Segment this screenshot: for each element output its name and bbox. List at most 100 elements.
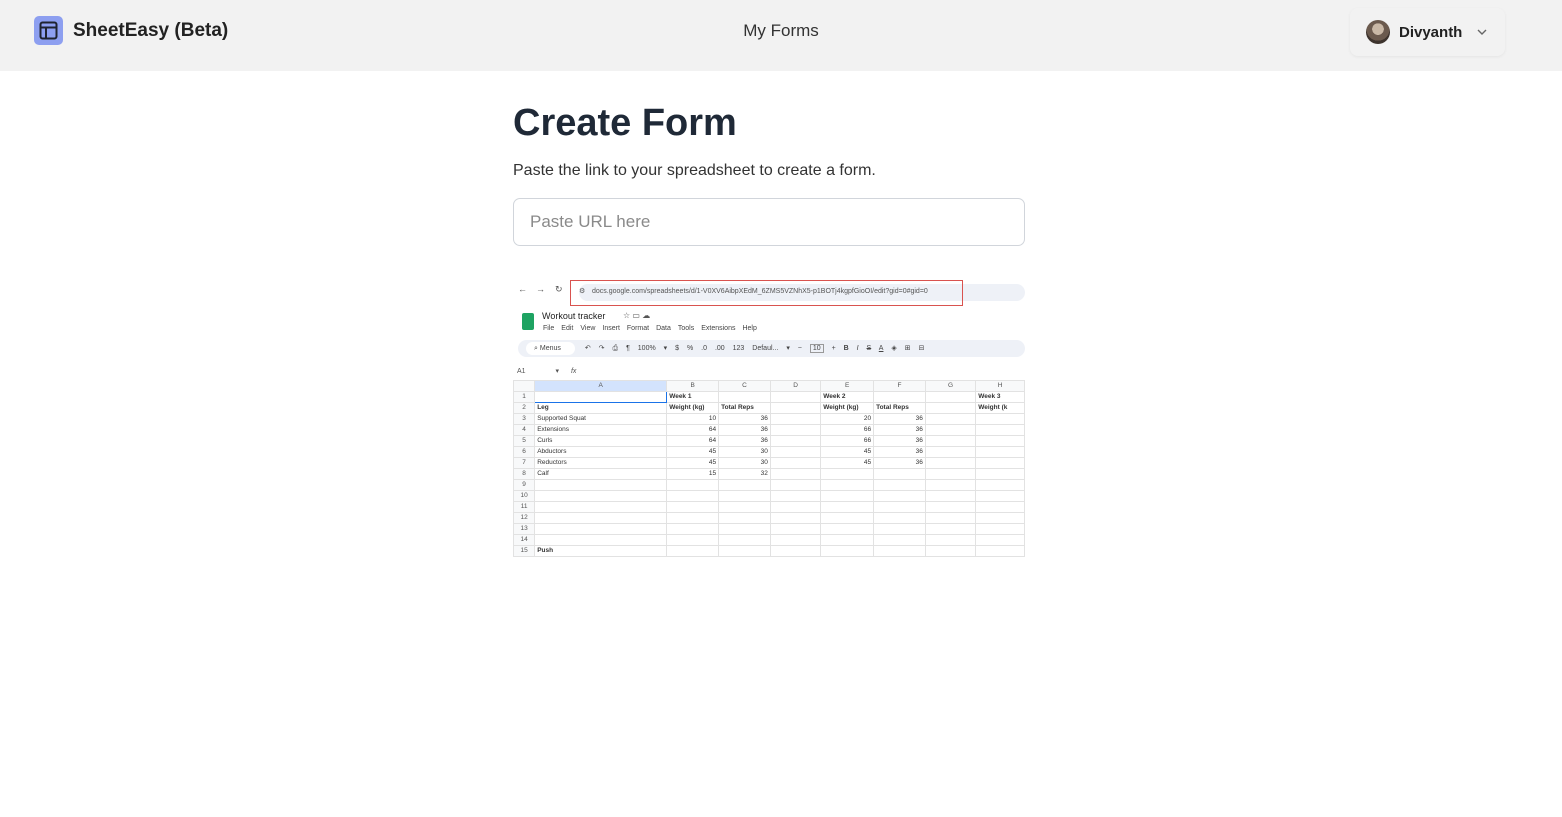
grid-cell: 45 — [666, 457, 720, 469]
sheets-menu-item: Insert — [602, 325, 620, 332]
page-subtitle: Paste the link to your spreadsheet to cr… — [513, 162, 876, 179]
grid-cell — [975, 501, 1025, 513]
row-number: 11 — [513, 501, 536, 513]
grid-cell — [975, 413, 1025, 425]
sheets-menu-item: Extensions — [701, 325, 736, 332]
paint-format-icon: ¶ — [626, 345, 630, 352]
grid-cell — [924, 391, 977, 403]
merge-cells-icon: ⊟ — [918, 345, 925, 352]
grid-cell: 36 — [873, 435, 926, 447]
column-header: G — [924, 380, 977, 392]
column-header: A — [534, 380, 668, 392]
doc-actions: ☆ ▭ ☁ — [623, 311, 650, 320]
row-number: 13 — [513, 523, 536, 535]
grid-cell — [666, 501, 720, 513]
grid-cell — [666, 534, 720, 546]
grid-cell: Week 2 — [820, 391, 875, 403]
column-header: E — [820, 380, 875, 392]
formula-bar: A1 ▾ fx — [517, 367, 576, 375]
grid-cell — [924, 402, 977, 414]
borders-icon: ⊞ — [904, 345, 911, 352]
grid-cell — [534, 490, 668, 502]
grid-cell: 66 — [820, 435, 875, 447]
font-size-minus-icon: − — [797, 345, 802, 352]
grid-cell — [769, 490, 822, 502]
grid-cell — [769, 391, 822, 403]
avatar — [1366, 20, 1390, 44]
grid-cell — [769, 413, 822, 425]
grid-cell — [820, 512, 875, 524]
print-icon: ⎙ — [612, 345, 619, 352]
sheets-toolbar: ⌕ Menus ↶ ↷ ⎙ ¶ 100% ▾ $ % .0 .00 123 De… — [518, 340, 1025, 357]
grid-cell — [975, 479, 1025, 491]
grid-cell — [924, 512, 977, 524]
grid-cell — [718, 391, 771, 403]
grid-cell — [924, 435, 977, 447]
grid-cell — [873, 479, 926, 491]
grid-cell — [924, 446, 977, 458]
grid-cell — [873, 534, 926, 546]
grid-cell — [975, 523, 1025, 535]
grid-cell — [534, 512, 668, 524]
column-header: D — [769, 380, 822, 392]
sheets-menu-item: Data — [656, 325, 671, 332]
grid-cell — [873, 512, 926, 524]
spreadsheet-url-input[interactable] — [513, 198, 1025, 246]
address-url: docs.google.com/spreadsheets/d/1-V0XV6Ai… — [592, 288, 928, 295]
forward-arrow-icon: → — [536, 284, 545, 294]
row-number: 12 — [513, 512, 536, 524]
grid-cell — [769, 501, 822, 513]
table-row: 1 Week 1 Week 2 Week 3 — [513, 391, 1025, 403]
grid-cell: Week 3 — [975, 391, 1025, 403]
grid-cell: 30 — [718, 457, 771, 469]
table-row: 15 Push — [513, 545, 1025, 557]
column-header: C — [718, 380, 771, 392]
grid-cell — [718, 523, 771, 535]
grid-cell — [820, 468, 875, 480]
grid-cell — [718, 534, 771, 546]
grid-cell — [769, 424, 822, 436]
grid-cell — [924, 501, 977, 513]
fill-color-icon: ◈ — [891, 345, 897, 352]
row-number: 9 — [513, 479, 536, 491]
grid-cell — [975, 468, 1025, 480]
grid-cell: 36 — [718, 424, 771, 436]
menus-search: ⌕ Menus — [526, 342, 575, 355]
grid-cell — [769, 402, 822, 414]
chevron-down-icon — [1477, 29, 1487, 35]
grid-cell — [666, 479, 720, 491]
table-row: 3 Supported Squat 10 36 20 36 — [513, 413, 1025, 425]
grid-cell: 64 — [666, 424, 720, 436]
grid-cell: 45 — [820, 446, 875, 458]
grid-cell: Curls — [534, 435, 668, 447]
table-row: 5 Curls 64 36 66 36 — [513, 435, 1025, 447]
table-row: 8 Calf 15 32 — [513, 468, 1025, 480]
grid-cell — [718, 501, 771, 513]
table-row: 7 Reductors 45 30 45 36 — [513, 457, 1025, 469]
grid-cell — [534, 391, 668, 403]
grid-cell: Calf — [534, 468, 668, 480]
grid-cell — [666, 545, 720, 557]
font-select: Defaul... — [752, 345, 779, 352]
zoom-select: 100% — [637, 345, 656, 352]
grid-cell: Supported Squat — [534, 413, 668, 425]
column-header: F — [873, 380, 926, 392]
grid-cell — [873, 468, 926, 480]
grid-cell: Reductors — [534, 457, 668, 469]
grid-cell: 20 — [820, 413, 875, 425]
grid-cell: Extensions — [534, 424, 668, 436]
brand[interactable]: SheetEasy (Beta) — [34, 16, 228, 45]
grid-cell — [666, 523, 720, 535]
app-header: SheetEasy (Beta) My Forms Divyanth — [0, 0, 1562, 71]
grid-cell — [924, 523, 977, 535]
column-header: H — [975, 380, 1025, 392]
brand-name: SheetEasy (Beta) — [73, 19, 229, 41]
table-row: 2 Leg Weight (kg) Total Reps Weight (kg) Tota… — [513, 402, 1025, 414]
grid-cell: 45 — [820, 457, 875, 469]
my-forms-link[interactable]: My Forms — [743, 21, 819, 40]
table-row: 12 — [513, 512, 1025, 524]
user-menu-button[interactable]: Divyanth — [1350, 8, 1505, 56]
spreadsheet-grid: A B C D E F G H 1 Week 1 Week 2 Week 3 2 Leg Weight (k… — [513, 380, 1025, 557]
row-number: 2 — [513, 402, 536, 414]
strikethrough-icon: S — [866, 345, 872, 352]
